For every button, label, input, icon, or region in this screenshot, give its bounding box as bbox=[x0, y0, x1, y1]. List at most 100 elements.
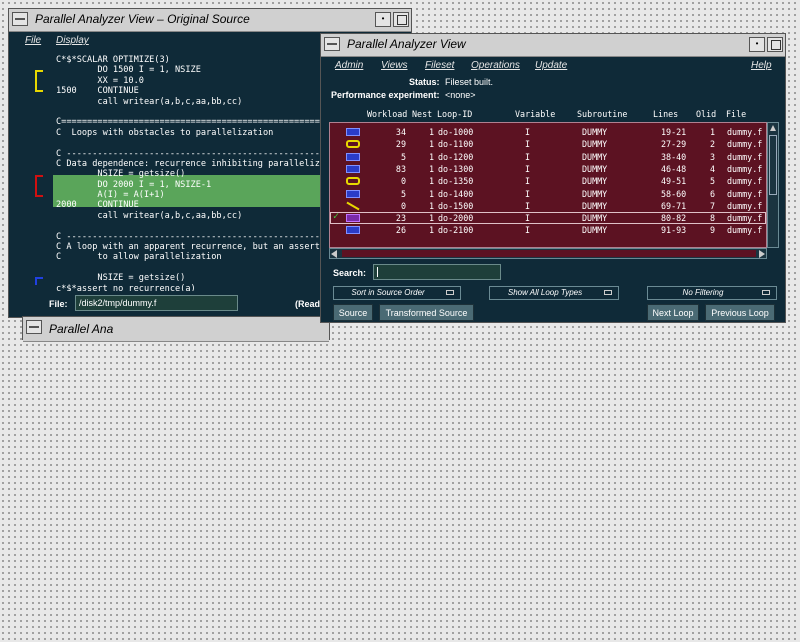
cell-olid: 6 bbox=[709, 188, 715, 199]
loop-type-dropdown[interactable]: Show All Loop Types bbox=[489, 286, 619, 300]
text-cursor bbox=[377, 267, 378, 277]
code-area[interactable]: C*$*SCALAR OPTIMIZE(3) DO 1500 I = 1, NS… bbox=[53, 55, 349, 291]
source-file-field[interactable]: /disk2/tmp/dummy.f bbox=[75, 295, 238, 311]
previous-loop-button[interactable]: Previous Loop bbox=[705, 304, 775, 321]
minimize-icon[interactable]: • bbox=[375, 12, 391, 27]
cell-variable: I bbox=[525, 127, 531, 137]
loop-row[interactable]: 34 1 do-1000 I DUMMY 19-21 1 dummy.f bbox=[330, 126, 766, 138]
window-menu-icon-3[interactable] bbox=[324, 37, 340, 51]
minimize-icon-2[interactable]: • bbox=[749, 37, 765, 52]
cell-workload: 23 bbox=[395, 213, 406, 224]
filter-dropdown[interactable]: No Filtering bbox=[647, 286, 777, 300]
cell-lines: 69-71 bbox=[661, 200, 687, 211]
col-file[interactable]: File bbox=[726, 109, 746, 119]
cell-nest: 1 bbox=[428, 151, 434, 162]
col-loop-id[interactable]: Loop-ID bbox=[437, 109, 472, 119]
col-workload[interactable]: Workload bbox=[367, 109, 407, 119]
loop-row[interactable]: 5 1 do-1400 I DUMMY 58-60 6 dummy.f bbox=[330, 188, 766, 200]
cell-loop-id: do-2000 bbox=[438, 213, 474, 224]
cell-variable: I bbox=[525, 213, 531, 224]
loop-row[interactable]: 83 1 do-1300 I DUMMY 46-48 4 dummy.f bbox=[330, 163, 766, 175]
cell-loop-id: do-1300 bbox=[438, 163, 474, 174]
code-line: A(I) = A(I+1) bbox=[56, 190, 165, 201]
cell-olid: 8 bbox=[709, 213, 715, 224]
cell-file: dummy.f bbox=[727, 176, 763, 187]
cell-file: dummy.f bbox=[727, 163, 763, 174]
loop-row[interactable]: 26 1 do-2100 I DUMMY 91-93 9 dummy.f bbox=[330, 224, 766, 236]
col-olid[interactable]: Olid bbox=[696, 109, 716, 119]
cell-olid: 1 bbox=[709, 127, 715, 137]
horizontal-scrollbar[interactable] bbox=[329, 248, 767, 259]
cell-nest: 1 bbox=[428, 127, 434, 137]
cell-olid: 7 bbox=[709, 200, 715, 211]
loop-bracket-blue[interactable] bbox=[35, 277, 43, 285]
maximize-icon[interactable] bbox=[393, 12, 409, 27]
code-line: NSIZE = getsize() bbox=[56, 169, 186, 180]
source-button[interactable]: Source bbox=[333, 304, 373, 321]
cell-nest: 1 bbox=[428, 176, 434, 187]
cell-workload: 29 bbox=[395, 139, 406, 150]
window-menu-icon[interactable] bbox=[12, 12, 28, 26]
cell-file: dummy.f bbox=[727, 213, 763, 224]
unoptimized-icon bbox=[346, 201, 360, 211]
menu-display[interactable]: Display bbox=[56, 35, 89, 46]
col-subroutine[interactable]: Subroutine bbox=[577, 109, 627, 119]
scroll-thumb[interactable] bbox=[769, 135, 777, 195]
cell-olid: 4 bbox=[709, 163, 715, 174]
loop-row[interactable]: ✓ 23 1 do-2000 I DUMMY 80-82 8 dummy.f bbox=[330, 211, 766, 225]
cell-file: dummy.f bbox=[727, 127, 763, 137]
col-nest[interactable]: Nest bbox=[412, 109, 432, 119]
recurrence-icon bbox=[346, 214, 360, 223]
vertical-scrollbar[interactable] bbox=[767, 122, 779, 248]
transformed-source-button[interactable]: Transformed Source bbox=[379, 304, 474, 321]
cell-loop-id: do-1350 bbox=[438, 176, 474, 187]
col-variable[interactable]: Variable bbox=[515, 109, 555, 119]
cell-variable: I bbox=[525, 200, 531, 211]
scroll-left-arrow-icon[interactable] bbox=[331, 250, 337, 258]
loop-row[interactable]: 29 1 do-1100 I DUMMY 27-29 2 dummy.f bbox=[330, 138, 766, 150]
parallel-icon bbox=[346, 226, 360, 235]
code-line: NSIZE = getsize() bbox=[56, 273, 186, 284]
loop-row[interactable]: 0 1 do-1350 I DUMMY 49-51 5 dummy.f bbox=[330, 175, 766, 187]
cell-olid: 3 bbox=[709, 151, 715, 162]
loop-bracket-red[interactable] bbox=[35, 175, 43, 197]
cell-variable: I bbox=[525, 151, 531, 162]
dropdown-arrow-icon-3 bbox=[762, 290, 770, 295]
loop-row[interactable]: 0 1 do-1500 I DUMMY 69-71 7 dummy.f bbox=[330, 200, 766, 212]
cell-subroutine: DUMMY bbox=[582, 139, 608, 150]
loop-row[interactable]: 5 1 do-1200 I DUMMY 38-40 3 dummy.f bbox=[330, 151, 766, 163]
source-titlebar[interactable]: Parallel Analyzer View – Original Source… bbox=[9, 9, 411, 32]
code-line: C Data dependence: recurrence inhibiting… bbox=[56, 158, 320, 169]
cell-file: dummy.f bbox=[727, 200, 763, 211]
col-lines[interactable]: Lines bbox=[653, 109, 678, 119]
scroll-right-arrow-icon[interactable] bbox=[759, 250, 765, 258]
menu-views[interactable]: Views bbox=[381, 60, 408, 71]
analyzer-window-title: Parallel Analyzer View bbox=[347, 37, 466, 51]
parallel-icon bbox=[346, 189, 360, 198]
menu-file[interactable]: File bbox=[25, 35, 41, 46]
menu-admin[interactable]: Admin bbox=[335, 60, 363, 71]
status-label: Status: bbox=[409, 77, 440, 87]
menu-help[interactable]: Help bbox=[751, 60, 772, 71]
loop-bracket-yellow[interactable] bbox=[35, 70, 43, 92]
code-lines: C*$*SCALAR OPTIMIZE(3) DO 1500 I = 1, NS… bbox=[56, 55, 349, 291]
cell-file: dummy.f bbox=[727, 225, 763, 236]
sort-order-dropdown[interactable]: Sort in Source Order bbox=[333, 286, 461, 300]
cell-variable: I bbox=[525, 225, 531, 236]
window-menu-icon-2[interactable] bbox=[26, 320, 42, 334]
loop-list[interactable]: 34 1 do-1000 I DUMMY 19-21 1 dummy.f 29 1 do-1100 I… bbox=[329, 122, 767, 248]
scroll-up-arrow-icon[interactable] bbox=[770, 125, 776, 131]
maximize-icon-2[interactable] bbox=[767, 37, 783, 52]
menu-fileset[interactable]: Fileset bbox=[425, 60, 454, 71]
background-titlebar[interactable]: Parallel Ana bbox=[23, 317, 329, 342]
parallel-icon bbox=[346, 152, 360, 161]
menu-operations[interactable]: Operations bbox=[471, 60, 520, 71]
search-input[interactable] bbox=[373, 264, 501, 280]
cell-workload: 34 bbox=[395, 127, 406, 137]
hscroll-thumb[interactable] bbox=[342, 250, 756, 257]
analyzer-titlebar[interactable]: Parallel Analyzer View • bbox=[321, 34, 785, 57]
next-loop-button[interactable]: Next Loop bbox=[647, 304, 699, 321]
menu-update[interactable]: Update bbox=[535, 60, 567, 71]
